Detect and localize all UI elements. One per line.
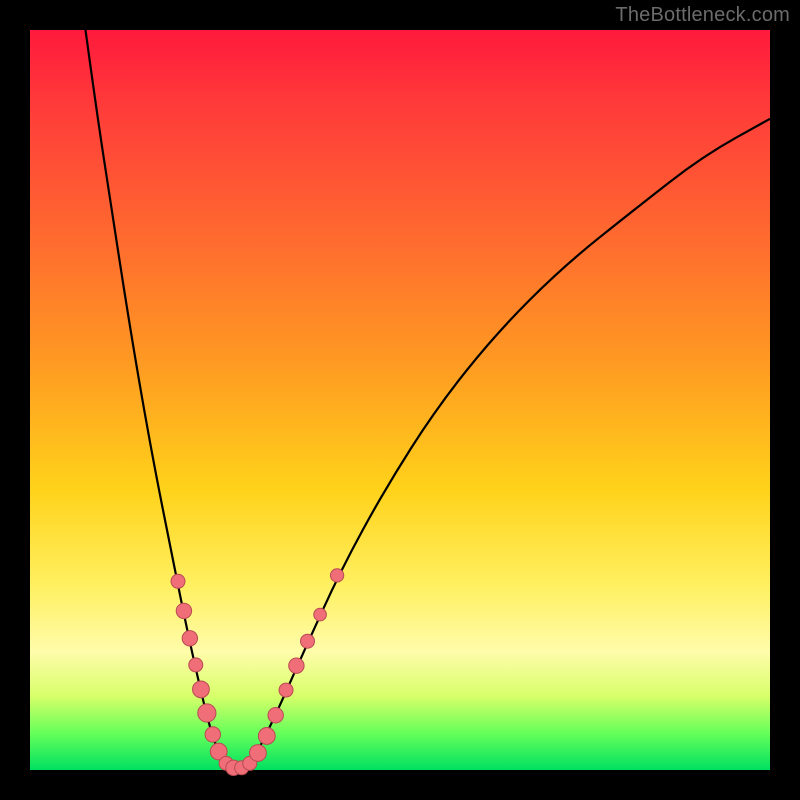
data-point [289,658,304,673]
data-point [314,608,327,621]
data-point [193,681,210,698]
data-point [198,704,216,722]
chart-overlay [30,30,770,770]
data-point [189,658,203,672]
data-point [250,745,267,762]
watermark-text: TheBottleneck.com [615,4,790,27]
data-point [171,574,185,588]
data-point [330,569,343,582]
plot-area [30,30,770,770]
data-point [279,683,293,697]
data-point [182,631,197,646]
data-points-group [171,569,344,776]
data-point [258,728,275,745]
bottleneck-curve [86,30,771,768]
data-point [176,603,191,618]
chart-frame: TheBottleneck.com [0,0,800,800]
data-point [205,727,220,742]
data-point [301,634,315,648]
data-point [268,708,283,723]
